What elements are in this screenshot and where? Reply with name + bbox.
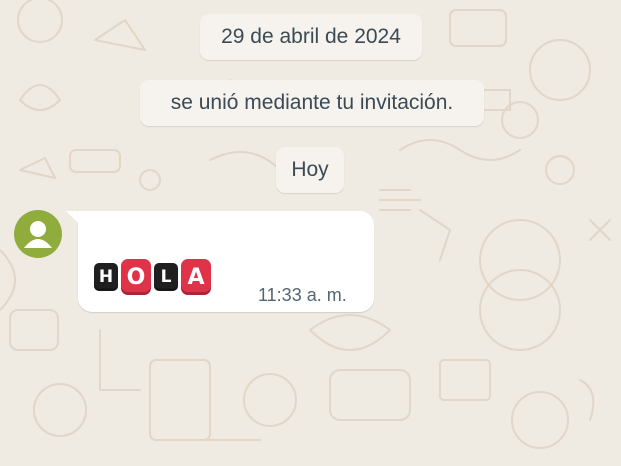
message-timestamp: 11:33 a. m. bbox=[258, 285, 347, 305]
date-separator: 29 de abril de 2024 bbox=[200, 14, 422, 60]
letter-tile-l: L bbox=[154, 263, 178, 291]
letter-tile-a: A bbox=[181, 259, 211, 295]
today-separator: Hoy bbox=[276, 147, 344, 193]
system-message-joined: se unió mediante tu invitación. bbox=[140, 80, 484, 126]
letter-tile-h: H bbox=[94, 263, 118, 291]
default-user-icon bbox=[24, 221, 52, 248]
sender-avatar[interactable] bbox=[14, 210, 62, 258]
hola-letters-sticker: H O L A bbox=[94, 256, 211, 298]
letter-tile-o: O bbox=[121, 259, 151, 295]
